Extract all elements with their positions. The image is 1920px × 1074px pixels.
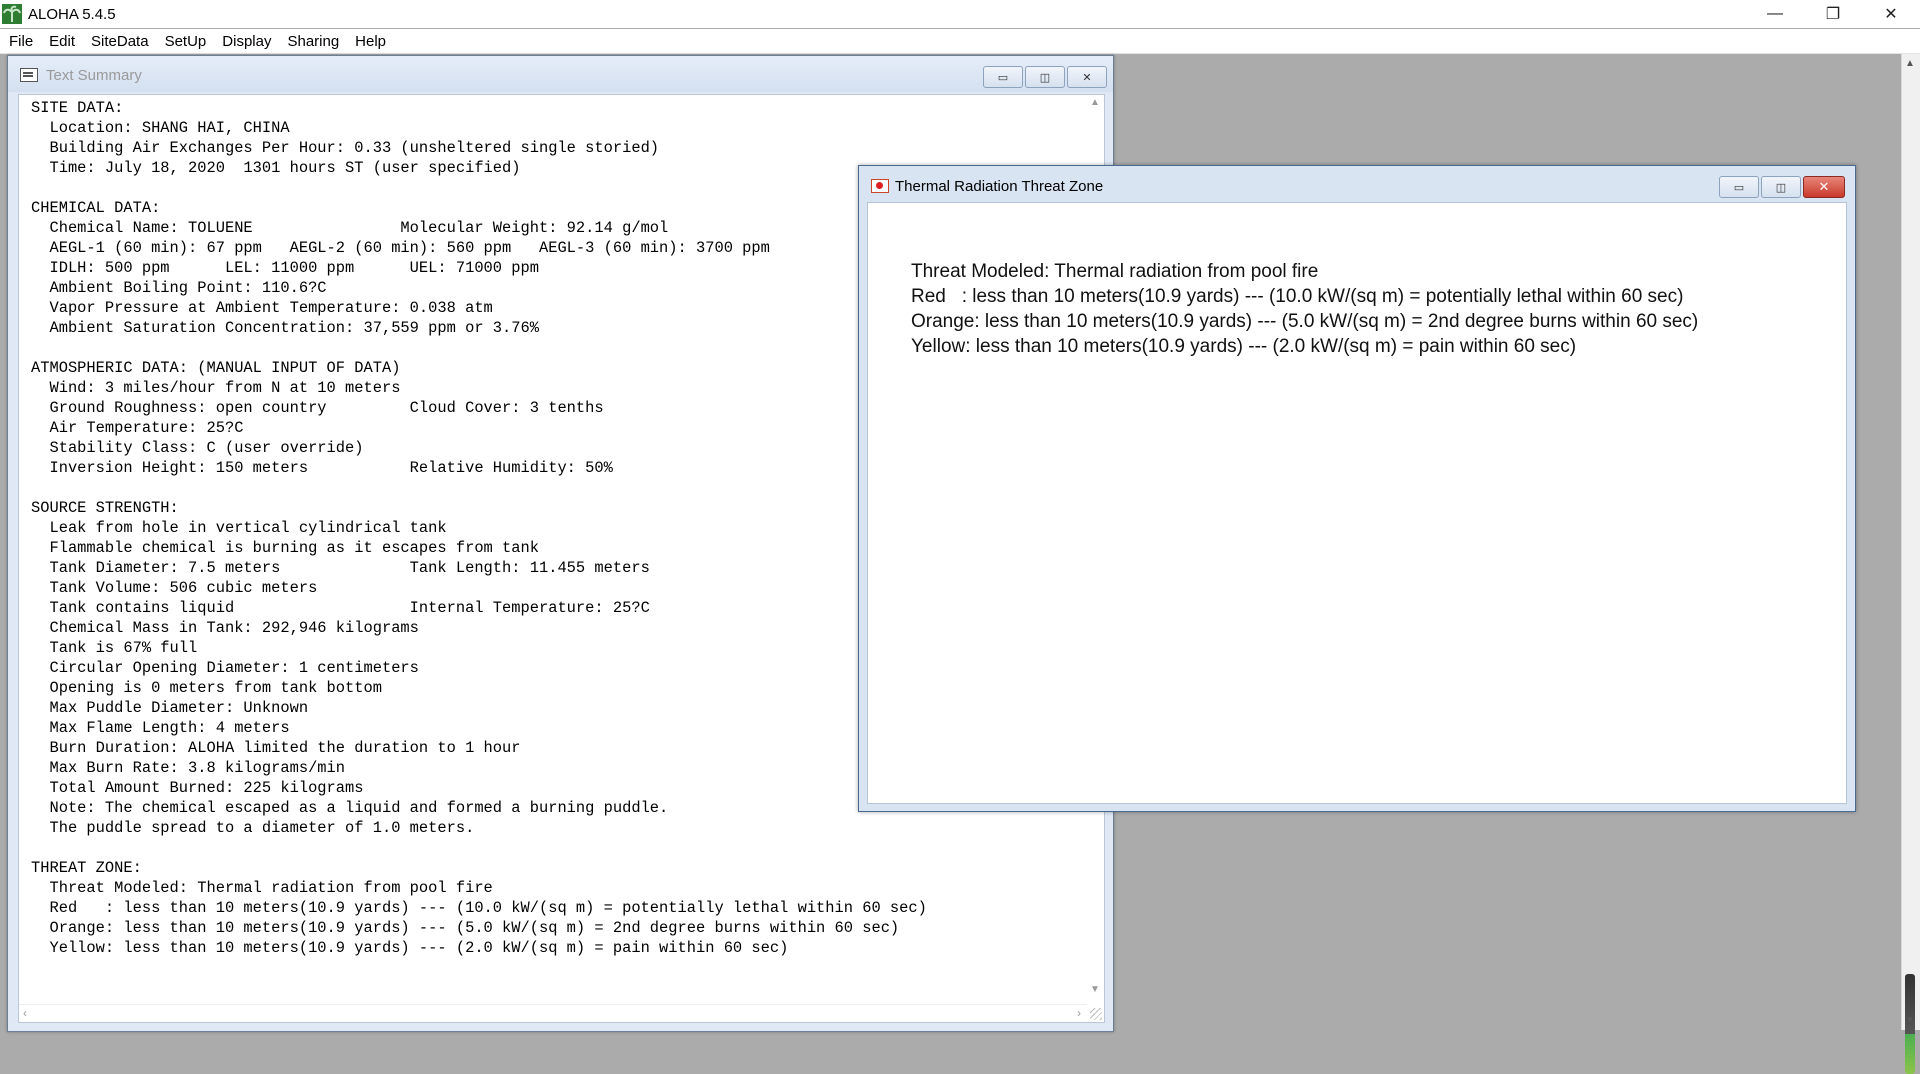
text-summary-icon xyxy=(20,68,38,82)
scroll-down-icon[interactable]: ▼ xyxy=(1905,1015,1915,1026)
summary-line: Yellow: less than 10 meters(10.9 yards) … xyxy=(31,939,789,957)
tz-maximize-button[interactable]: ◫ xyxy=(1761,176,1801,198)
minimize-icon: ▭ xyxy=(1733,181,1745,194)
summary-line: The puddle spread to a diameter of 1.0 m… xyxy=(31,819,475,837)
ts-maximize-button[interactable]: ◫ xyxy=(1025,66,1065,88)
summary-line: Location: SHANG HAI, CHINA xyxy=(31,119,290,137)
menu-display[interactable]: Display xyxy=(213,33,278,50)
tz-minimize-button[interactable]: ▭ xyxy=(1719,176,1759,198)
menu-edit[interactable]: Edit xyxy=(40,33,82,50)
threat-zone-body: Threat Modeled: Thermal radiation from p… xyxy=(867,202,1847,804)
close-icon: ✕ xyxy=(1818,179,1830,194)
ts-minimize-button[interactable]: ▭ xyxy=(983,66,1023,88)
summary-line: Building Air Exchanges Per Hour: 0.33 (u… xyxy=(31,139,660,157)
threat-zone-titlebar[interactable]: Thermal Radiation Threat Zone ▭ ◫ ✕ xyxy=(859,166,1855,202)
scroll-up-icon[interactable]: ▲ xyxy=(1090,97,1100,108)
summary-line: SITE DATA: xyxy=(31,99,124,117)
close-icon: ✕ xyxy=(1082,71,1092,84)
minimize-icon: ▭ xyxy=(997,71,1009,84)
app-titlebar: ALOHA 5.4.5 — ❐ ✕ xyxy=(0,0,1920,28)
threat-zone-line: Red : less than 10 meters(10.9 yards) --… xyxy=(911,286,1684,307)
menu-sitedata[interactable]: SiteData xyxy=(82,33,156,50)
summary-line: Red : less than 10 meters(10.9 yards) --… xyxy=(31,899,927,917)
summary-line: Orange: less than 10 meters(10.9 yards) … xyxy=(31,919,900,937)
menu-bar: File Edit SiteData SetUp Display Sharing… xyxy=(0,29,1920,54)
scroll-up-icon[interactable]: ▲ xyxy=(1905,58,1915,69)
threat-zone-content: Threat Modeled: Thermal radiation from p… xyxy=(911,259,1831,359)
summary-line xyxy=(31,838,1081,858)
threat-zone-line: Yellow: less than 10 meters(10.9 yards) … xyxy=(911,336,1577,357)
app-close-button[interactable]: ✕ xyxy=(1862,0,1920,28)
menu-setup[interactable]: SetUp xyxy=(156,33,214,50)
threat-zone-window: Thermal Radiation Threat Zone ▭ ◫ ✕ Thre… xyxy=(858,165,1856,812)
menu-file[interactable]: File xyxy=(0,33,40,50)
threat-zone-title: Thermal Radiation Threat Zone xyxy=(895,178,1104,195)
summary-line: Threat Modeled: Thermal radiation from p… xyxy=(31,879,493,897)
scroll-right-icon[interactable]: › xyxy=(1077,1006,1081,1020)
text-summary-titlebar[interactable]: Text Summary ▭ ◫ ✕ xyxy=(8,56,1113,92)
menu-help[interactable]: Help xyxy=(346,33,393,50)
scroll-down-icon[interactable]: ▼ xyxy=(1090,984,1100,995)
tz-close-button[interactable]: ✕ xyxy=(1803,176,1845,198)
workspace-scrollbar[interactable]: ▲ ▼ xyxy=(1901,54,1920,1074)
threat-zone-line: Orange: less than 10 meters(10.9 yards) … xyxy=(911,311,1699,332)
resize-grip-icon[interactable] xyxy=(1090,1008,1102,1020)
ts-horizontal-scrollbar[interactable]: ‹ › xyxy=(19,1004,1087,1022)
maximize-icon: ◫ xyxy=(1039,71,1051,84)
app-minimize-button[interactable]: — xyxy=(1746,0,1804,28)
menu-sharing[interactable]: Sharing xyxy=(278,33,346,50)
maximize-icon: ◫ xyxy=(1775,181,1787,194)
threat-zone-icon xyxy=(871,179,889,193)
ts-close-button[interactable]: ✕ xyxy=(1067,66,1107,88)
app-restore-button[interactable]: ❐ xyxy=(1804,0,1862,28)
text-summary-title: Text Summary xyxy=(46,67,142,84)
scroll-left-icon[interactable]: ‹ xyxy=(23,1006,27,1020)
aloha-palm-icon xyxy=(2,4,22,24)
app-title: ALOHA 5.4.5 xyxy=(28,5,116,23)
threat-zone-line: Threat Modeled: Thermal radiation from p… xyxy=(911,261,1319,282)
summary-line: THREAT ZONE: xyxy=(31,859,142,877)
